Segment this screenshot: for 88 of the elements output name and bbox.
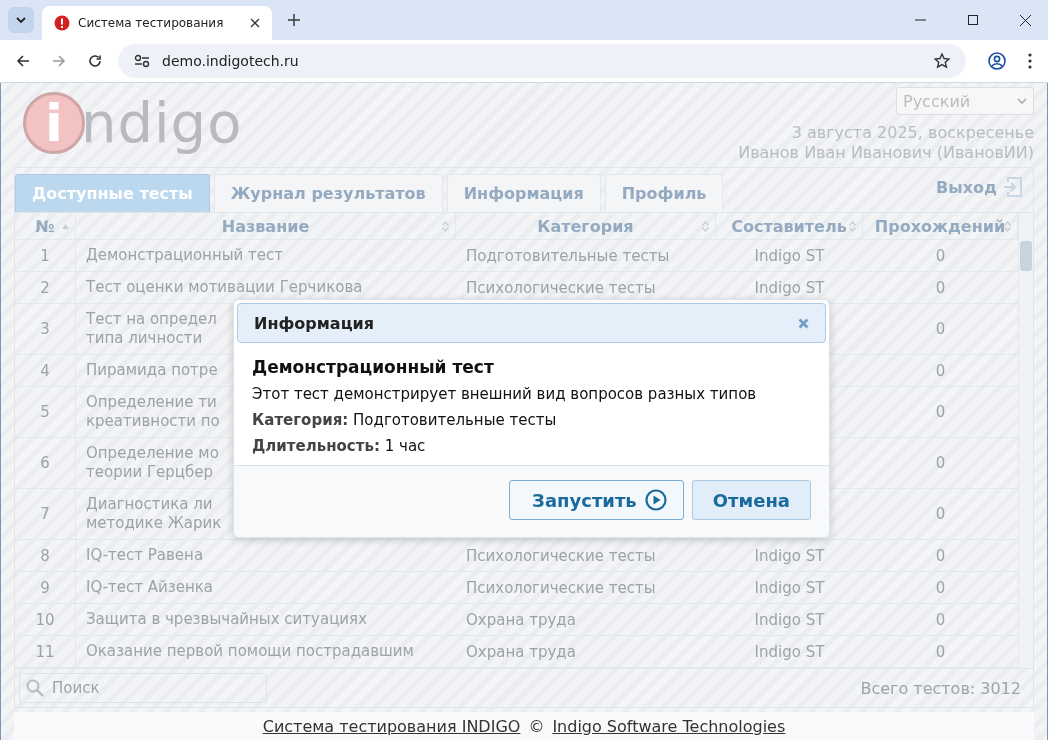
search-field[interactable]: Поиск <box>19 673 267 703</box>
test-name[interactable]: Защита в чрезвычайных ситуациях <box>76 604 456 635</box>
column-header[interactable]: № <box>15 213 76 239</box>
close-icon[interactable] <box>250 18 260 28</box>
column-header[interactable]: Составитель <box>716 213 863 239</box>
test-detail: Длительность: 1 час <box>252 437 427 455</box>
test-author: Indigo ST <box>754 278 825 297</box>
site-settings-icon[interactable] <box>134 54 150 68</box>
column-header[interactable]: Название <box>76 213 456 239</box>
address-bar[interactable]: demo.indigotech.ru <box>118 44 966 78</box>
pass-count: 0 <box>934 360 947 382</box>
test-name[interactable]: Демонстрационный тест <box>76 240 456 271</box>
menu-icon[interactable] <box>1028 53 1032 69</box>
test-author: Indigo ST <box>754 546 825 565</box>
tab-title: Система тестирования <box>78 16 225 30</box>
new-tab-icon[interactable] <box>288 14 300 26</box>
pass-count: 0 <box>934 577 947 599</box>
row-number: 6 <box>15 438 76 488</box>
cancel-button[interactable]: Отмена <box>691 480 811 520</box>
test-author: Indigo ST <box>754 578 825 597</box>
pass-count: 0 <box>934 609 947 631</box>
test-detail: Категория: Подготовительные тесты <box>252 411 558 429</box>
row-number: 4 <box>15 355 76 386</box>
forward-icon[interactable] <box>52 54 66 68</box>
star-icon[interactable] <box>934 53 950 69</box>
back-icon[interactable] <box>16 54 30 68</box>
tab[interactable]: Журнал результатов <box>213 174 443 212</box>
row-number: 3 <box>15 304 76 354</box>
pass-count: 0 <box>934 545 947 567</box>
row-number: 1 <box>15 240 76 271</box>
logout-icon <box>1003 176 1023 198</box>
test-author: Indigo ST <box>754 246 825 265</box>
footer-link[interactable]: Система тестирования INDIGO <box>262 716 521 736</box>
column-header[interactable]: Категория <box>456 213 716 239</box>
pass-count: 0 <box>934 245 947 267</box>
start-button[interactable]: Запустить <box>509 480 684 520</box>
test-category: Охрана труда <box>466 642 576 661</box>
test-title: Демонстрационный тест <box>252 357 495 377</box>
row-number: 5 <box>15 387 76 437</box>
chevron-down-icon <box>16 17 26 23</box>
profile-icon[interactable] <box>988 52 1006 70</box>
pass-count: 0 <box>934 319 947 340</box>
row-number: 9 <box>15 572 76 603</box>
scrollbar-thumb[interactable] <box>1020 241 1032 271</box>
row-number: 2 <box>15 272 76 303</box>
test-name[interactable]: Оказание первой помощи пострадавшим <box>76 636 456 667</box>
close-icon[interactable] <box>1020 14 1031 26</box>
test-category: Психологические тесты <box>466 278 656 297</box>
pass-count: 0 <box>934 277 947 299</box>
tab[interactable]: Информация <box>446 174 601 212</box>
test-description: Этот тест демонстрирует внешний вид вопросов разных типов <box>252 385 758 403</box>
row-number: 7 <box>15 489 76 539</box>
current-date: 3 августа 2025, воскресенье <box>791 123 1034 143</box>
pass-count: 0 <box>934 504 947 525</box>
logout-button[interactable]: Выход <box>936 176 1023 198</box>
tab[interactable]: Профиль <box>604 174 724 212</box>
browser-tab[interactable]: Система тестирования <box>42 6 272 40</box>
total-count: Всего тестов: 3012 <box>860 678 1021 698</box>
chevron-down-icon <box>1017 98 1027 104</box>
warning-icon <box>54 15 70 31</box>
pass-count: 0 <box>934 402 947 423</box>
tab[interactable]: Доступные тесты <box>15 174 210 212</box>
test-category: Подготовительные тесты <box>466 246 670 265</box>
test-category: Охрана труда <box>466 610 576 629</box>
test-author: Indigo ST <box>754 610 825 629</box>
test-category: Психологические тесты <box>466 578 656 597</box>
test-category: Психологические тесты <box>466 546 656 565</box>
test-name[interactable]: IQ-тест Равена <box>76 540 456 571</box>
play-icon <box>644 489 667 511</box>
row-number: 8 <box>15 540 76 571</box>
test-name[interactable]: Тест оценки мотивации Герчикова <box>76 272 456 303</box>
tab-list-button[interactable] <box>8 7 34 33</box>
footer-link[interactable]: Indigo Software Technologies <box>552 716 786 736</box>
scrollbar[interactable] <box>1018 213 1033 668</box>
logo: i ndigo <box>23 91 243 155</box>
test-name[interactable]: IQ-тест Айзенка <box>76 572 456 603</box>
row-number: 10 <box>15 604 76 635</box>
maximize-icon[interactable] <box>968 15 978 25</box>
dialog-title: Информация <box>254 313 374 333</box>
language-select[interactable]: Русский <box>896 87 1034 115</box>
user-name: Иванов Иван Иванович (ИвановИИ) <box>738 143 1034 163</box>
copyright-sign: © <box>528 716 545 736</box>
reload-icon[interactable] <box>88 54 102 68</box>
pass-count: 0 <box>934 641 947 663</box>
pass-count: 0 <box>934 453 947 474</box>
search-icon <box>26 679 44 697</box>
test-author: Indigo ST <box>754 642 825 661</box>
row-number: 11 <box>15 636 76 667</box>
